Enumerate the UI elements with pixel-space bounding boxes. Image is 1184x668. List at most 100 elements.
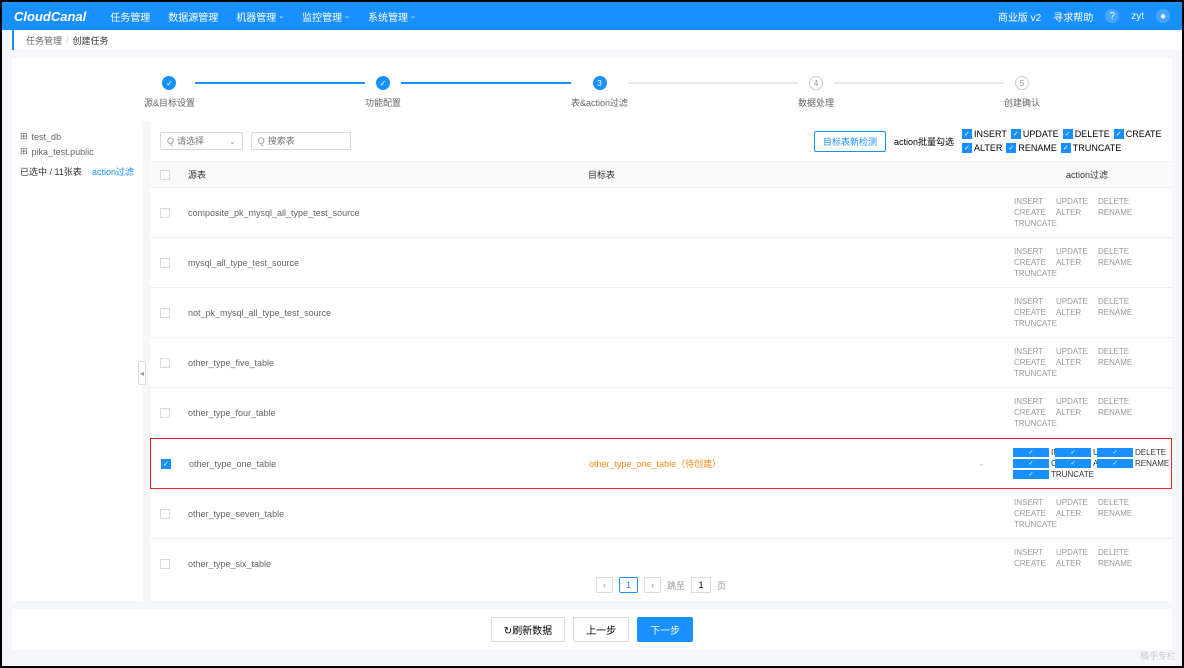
table-row: ✓ other_type_one_table other_type_one_ta… <box>150 438 1172 489</box>
user-avatar-icon[interactable]: ● <box>1156 9 1170 23</box>
target-table-cell[interactable] <box>580 407 1002 419</box>
page-number[interactable]: 1 <box>619 577 638 593</box>
target-table-cell[interactable]: other_type_one_table（待创建）⌄ <box>581 451 1001 476</box>
row-checkbox[interactable] <box>160 408 170 418</box>
page-suffix: 页 <box>717 579 726 592</box>
breadcrumb: 任务管理 / 创建任务 <box>12 30 1182 50</box>
actions-cell: INSERTUPDATEDELETECREATEALTERRENAMETRUNC… <box>1010 194 1164 231</box>
row-checkbox[interactable] <box>160 208 170 218</box>
step-label: 表&action过滤 <box>571 96 628 109</box>
actions-cell: INSERTUPDATEDELETECREATEALTERRENAMETRUNC… <box>1010 344 1164 381</box>
act-cb[interactable]: ✓ <box>1013 448 1049 457</box>
help-link[interactable]: 寻求帮助 <box>1053 9 1093 24</box>
batch-cb-update[interactable]: ✓ <box>1011 129 1021 139</box>
chevron-down-icon: ⌄ <box>978 459 985 468</box>
page-next-button[interactable]: › <box>644 577 661 593</box>
batch-cb-delete[interactable]: ✓ <box>1063 129 1073 139</box>
step-dot: 3 <box>593 76 607 90</box>
user-name[interactable]: zyt <box>1131 11 1144 22</box>
filter-select-input[interactable] <box>177 136 227 146</box>
chevron-down-icon: ⌄ <box>229 137 236 146</box>
batch-action-label: action批量勾选 <box>894 135 954 148</box>
act-cb[interactable]: ✓ <box>1097 448 1133 457</box>
chevron-down-icon: ⌄ <box>344 12 350 20</box>
jump-label: 跳至 <box>667 579 685 592</box>
version-label: 商业版 v2 <box>998 9 1041 24</box>
next-button[interactable]: 下一步 <box>637 617 693 642</box>
table-content: Q ⌄ Q 目标表新检测 action批量勾选 ✓INSERT✓UPDATE✓D… <box>150 121 1172 601</box>
row-checkbox[interactable]: ✓ <box>161 459 171 469</box>
logo: CloudCanal <box>14 9 86 24</box>
chevron-down-icon: ⌄ <box>278 12 284 20</box>
select-all-checkbox[interactable] <box>160 170 170 180</box>
target-table-cell[interactable] <box>580 357 1002 369</box>
row-checkbox[interactable] <box>160 308 170 318</box>
target-table-cell[interactable] <box>580 508 1002 520</box>
act-cb[interactable]: ✓ <box>1097 459 1133 468</box>
breadcrumb-current: 创建任务 <box>73 34 109 47</box>
action-filter-link[interactable]: action过滤 <box>92 165 134 178</box>
chevron-down-icon: ⌄ <box>410 12 416 20</box>
act-cb[interactable]: ✓ <box>1055 459 1091 468</box>
db-tree-item[interactable]: ⊞test_db <box>20 129 134 144</box>
row-checkbox[interactable] <box>160 358 170 368</box>
batch-cb-create[interactable]: ✓ <box>1114 129 1124 139</box>
target-table-cell[interactable] <box>580 257 1002 269</box>
step-label: 功能配置 <box>365 96 401 109</box>
batch-cb-insert[interactable]: ✓ <box>962 129 972 139</box>
help-icon[interactable]: ? <box>1105 9 1119 23</box>
main-nav: 任务管理 数据源管理 机器管理 ⌄ 监控管理 ⌄ 系统管理 ⌄ <box>110 9 416 24</box>
table-row: mysql_all_type_test_source INSERTUPDATED… <box>150 238 1172 288</box>
target-table-cell[interactable] <box>580 207 1002 219</box>
table-row: not_pk_mysql_all_type_test_source INSERT… <box>150 288 1172 338</box>
step-label: 数据处理 <box>798 96 834 109</box>
resize-handle-icon[interactable]: ◂ <box>138 361 146 385</box>
target-table-cell[interactable] <box>580 558 1002 570</box>
batch-cb-rename[interactable]: ✓ <box>1006 143 1016 153</box>
table-row: other_type_five_table INSERTUPDATEDELETE… <box>150 338 1172 388</box>
table-row: other_type_six_table INSERTUPDATEDELETEC… <box>150 539 1172 569</box>
row-checkbox[interactable] <box>160 258 170 268</box>
step-label: 创建确认 <box>1004 96 1040 109</box>
search-table-input[interactable] <box>268 136 348 146</box>
source-table-name: other_type_seven_table <box>180 503 580 525</box>
target-table-cell[interactable] <box>580 307 1002 319</box>
batch-cb-truncate[interactable]: ✓ <box>1061 143 1071 153</box>
source-table-name: other_type_five_table <box>180 352 580 374</box>
nav-item-3[interactable]: 监控管理 ⌄ <box>302 9 350 24</box>
col-actions: action过滤 <box>1002 162 1172 187</box>
nav-item-4[interactable]: 系统管理 ⌄ <box>368 9 416 24</box>
source-table-name: other_type_four_table <box>180 402 580 424</box>
act-cb[interactable]: ✓ <box>1013 459 1049 468</box>
prev-button[interactable]: 上一步 <box>573 617 629 642</box>
page-prev-button[interactable]: ‹ <box>596 577 613 593</box>
actions-cell: ✓INSERT✓UPDATE✓DELETE✓CREATE✓ALTER✓RENAM… <box>1009 445 1163 482</box>
act-cb[interactable]: ✓ <box>1013 470 1049 479</box>
step-dot: 4 <box>809 76 823 90</box>
table-row: other_type_four_table INSERTUPDATEDELETE… <box>150 388 1172 438</box>
col-source: 源表 <box>180 162 580 187</box>
filter-select[interactable]: Q ⌄ <box>160 132 243 150</box>
source-table-name: other_type_one_table <box>181 453 581 475</box>
batch-cb-alter[interactable]: ✓ <box>962 143 972 153</box>
row-checkbox[interactable] <box>160 509 170 519</box>
search-table[interactable]: Q <box>251 132 351 150</box>
source-table-name: composite_pk_mysql_all_type_test_source <box>180 202 580 224</box>
jump-input[interactable] <box>691 577 711 593</box>
row-checkbox[interactable] <box>160 559 170 569</box>
footer-actions: ↻刷新数据 上一步 下一步 <box>12 609 1172 650</box>
step-label: 源&目标设置 <box>144 96 195 109</box>
actions-cell: INSERTUPDATEDELETECREATEALTERRENAMETRUNC… <box>1010 394 1164 431</box>
db-sidebar: ⊞test_db⊞pika_test.public 已选中 / 11张表 act… <box>12 121 142 601</box>
target-check-button[interactable]: 目标表新检测 <box>814 131 886 152</box>
database-icon: ⊞ <box>20 131 28 142</box>
nav-item-2[interactable]: 机器管理 ⌄ <box>236 9 284 24</box>
nav-item-1[interactable]: 数据源管理 <box>168 9 218 24</box>
db-tree-item[interactable]: ⊞pika_test.public <box>20 144 134 159</box>
act-cb[interactable]: ✓ <box>1055 448 1091 457</box>
breadcrumb-parent[interactable]: 任务管理 <box>26 34 62 47</box>
nav-item-0[interactable]: 任务管理 <box>110 9 150 24</box>
table-row: other_type_seven_table INSERTUPDATEDELET… <box>150 489 1172 539</box>
refresh-button[interactable]: ↻刷新数据 <box>491 617 565 642</box>
step-dot: ✓ <box>162 76 176 90</box>
